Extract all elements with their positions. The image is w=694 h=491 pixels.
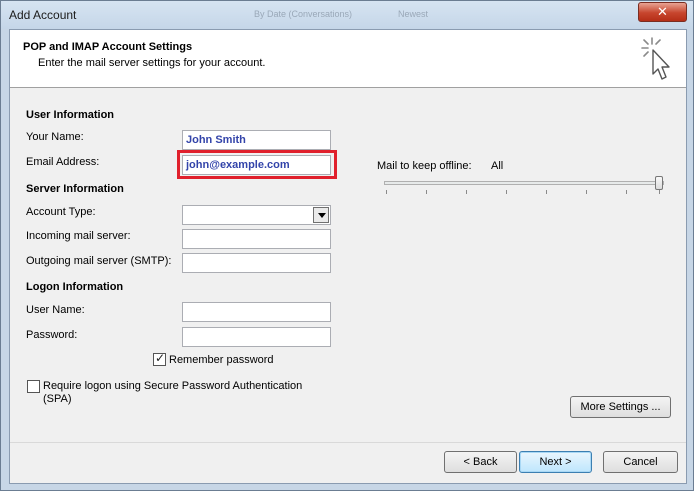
slider-tick bbox=[506, 190, 507, 194]
require-spa-label-cont[interactable]: (SPA) bbox=[43, 393, 72, 405]
chevron-down-icon[interactable] bbox=[313, 207, 329, 223]
require-spa-label[interactable]: Require logon using Secure Password Auth… bbox=[43, 380, 302, 392]
background-order-label: Newest bbox=[398, 9, 429, 19]
email-address-value: john@example.com bbox=[186, 159, 290, 171]
incoming-server-field[interactable] bbox=[182, 229, 331, 249]
section-user-information: User Information bbox=[26, 109, 115, 121]
incoming-server-label: Incoming mail server: bbox=[26, 230, 131, 242]
user-name-label: User Name: bbox=[26, 304, 85, 316]
form-area: User Information Your Name: John Smith E… bbox=[10, 89, 686, 442]
outgoing-server-label: Outgoing mail server (SMTP): bbox=[26, 255, 172, 267]
account-type-select[interactable] bbox=[182, 205, 331, 225]
your-name-value: John Smith bbox=[186, 134, 246, 146]
dialog-body: POP and IMAP Account Settings Enter the … bbox=[9, 29, 687, 484]
slider-tick bbox=[586, 190, 587, 194]
password-field[interactable] bbox=[182, 327, 331, 347]
slider-tick bbox=[546, 190, 547, 194]
outgoing-server-field[interactable] bbox=[182, 253, 331, 273]
footer-divider bbox=[10, 442, 686, 443]
slider-tick bbox=[386, 190, 387, 194]
user-name-field[interactable] bbox=[182, 302, 331, 322]
title-bar: Add Account By Date (Conversations) Newe… bbox=[0, 0, 694, 29]
back-button[interactable]: < Back bbox=[444, 451, 517, 473]
close-icon: ✕ bbox=[657, 4, 668, 19]
your-name-label: Your Name: bbox=[26, 131, 84, 143]
remember-password-label[interactable]: Remember password bbox=[169, 354, 274, 366]
page-subtitle: Enter the mail server settings for your … bbox=[38, 57, 266, 69]
next-button[interactable]: Next > bbox=[519, 451, 592, 473]
page-title: POP and IMAP Account Settings bbox=[23, 41, 193, 53]
mail-offline-value: All bbox=[491, 160, 504, 172]
your-name-field[interactable]: John Smith bbox=[182, 130, 331, 150]
slider-tick bbox=[659, 190, 660, 194]
close-button[interactable]: ✕ bbox=[638, 2, 687, 22]
cursor-sparkle-icon bbox=[641, 37, 670, 80]
offline-slider-track[interactable] bbox=[384, 181, 664, 185]
window-title: Add Account bbox=[9, 8, 77, 22]
section-logon-information: Logon Information bbox=[26, 281, 124, 293]
require-spa-checkbox[interactable] bbox=[27, 380, 40, 393]
cancel-button[interactable]: Cancel bbox=[603, 451, 678, 473]
remember-password-checkbox[interactable] bbox=[153, 351, 166, 366]
slider-tick bbox=[426, 190, 427, 194]
section-server-information: Server Information bbox=[26, 183, 124, 195]
password-label: Password: bbox=[26, 329, 78, 341]
header-banner: POP and IMAP Account Settings Enter the … bbox=[10, 30, 686, 88]
email-address-field[interactable]: john@example.com bbox=[182, 155, 331, 175]
mail-offline-label: Mail to keep offline: bbox=[377, 160, 472, 172]
slider-tick bbox=[466, 190, 467, 194]
account-type-label: Account Type: bbox=[26, 206, 96, 218]
background-sort-label: By Date (Conversations) bbox=[254, 9, 353, 19]
more-settings-button[interactable]: More Settings ... bbox=[570, 396, 671, 418]
slider-tick bbox=[626, 190, 627, 194]
dialog-frame: POP and IMAP Account Settings Enter the … bbox=[0, 29, 694, 491]
email-address-label: Email Address: bbox=[26, 156, 100, 168]
offline-slider-thumb[interactable] bbox=[655, 176, 663, 190]
